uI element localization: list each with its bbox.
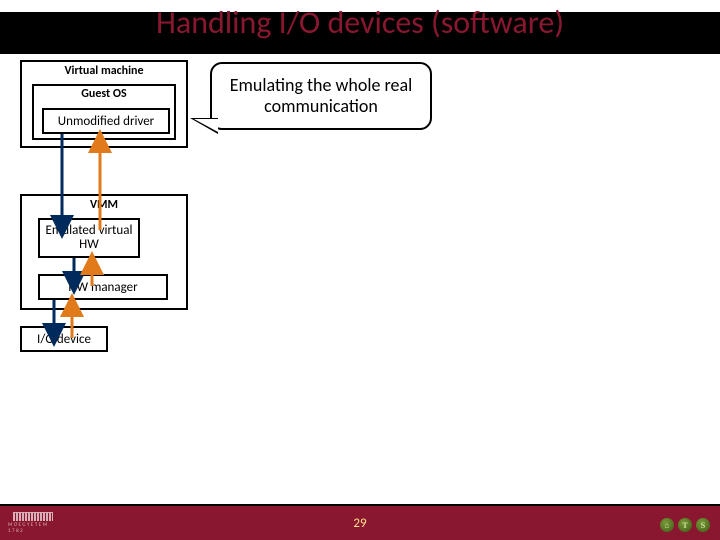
slide: Handling I/O devices (software) Virtual … <box>0 0 720 540</box>
department-logo: ⌂ T S <box>660 518 710 532</box>
logo-dot: S <box>696 518 710 532</box>
callout-bubble: Emulating the whole real communication <box>210 62 432 130</box>
university-logo: MŰEGYETEM 1782 <box>8 512 58 534</box>
io-device-box: I/O device <box>20 326 108 352</box>
logo-dot: ⌂ <box>660 518 674 532</box>
university-logo-text: MŰEGYETEM 1782 <box>8 522 58 534</box>
logo-dot: T <box>678 518 692 532</box>
slide-title: Handling I/O devices (software) <box>0 3 720 42</box>
vmm-label: VMM <box>22 198 186 212</box>
vmm-box: VMM Emulated virtual HW HW manager <box>20 194 188 310</box>
page-number: 29 <box>0 516 720 531</box>
virtual-machine-label: Virtual machine <box>22 64 186 78</box>
guest-os-box: Guest OS Unmodified driver <box>32 84 176 140</box>
unmodified-driver-box: Unmodified driver <box>42 108 170 134</box>
emulated-virtual-hw-box: Emulated virtual HW <box>38 218 140 258</box>
building-icon <box>13 512 53 521</box>
hw-manager-box: HW manager <box>38 274 168 300</box>
callout-tail <box>190 118 220 136</box>
virtual-machine-box: Virtual machine Guest OS Unmodified driv… <box>20 60 188 148</box>
guest-os-label: Guest OS <box>34 87 174 101</box>
